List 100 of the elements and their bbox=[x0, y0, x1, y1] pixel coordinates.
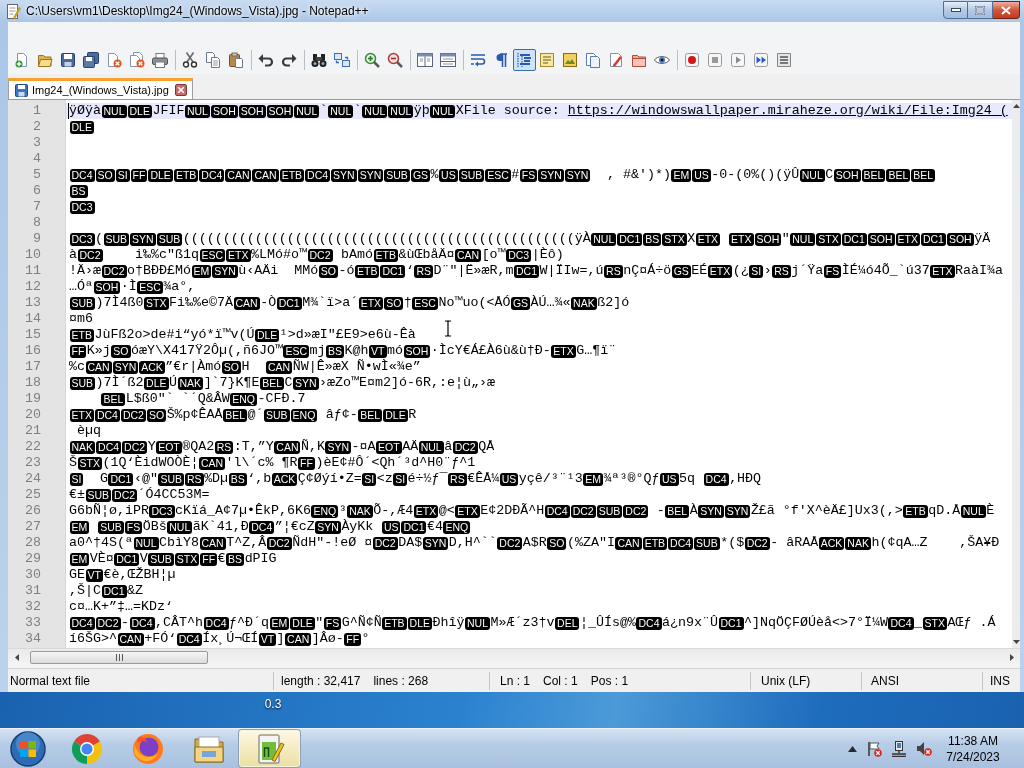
code-text: nÇ¤Á÷ö bbox=[623, 263, 672, 278]
line-number: 27 bbox=[24, 519, 41, 535]
control-character: ETB bbox=[173, 168, 199, 182]
code-text: Fi‰%e©7Ä bbox=[169, 295, 233, 310]
control-character: CAN bbox=[199, 536, 226, 550]
code-text: ›æZo™E¤m2]ó-6R,:e¦ù„›æ bbox=[319, 375, 496, 390]
control-character: ESC bbox=[412, 296, 438, 310]
control-character: BEL bbox=[665, 504, 690, 518]
control-character: ETB bbox=[642, 536, 668, 550]
clock-time[interactable]: 11:38 AM bbox=[948, 732, 998, 749]
control-character: NAK bbox=[571, 296, 597, 310]
control-character: DC4 bbox=[703, 472, 729, 486]
close-icon[interactable] bbox=[174, 84, 187, 96]
scrollbar-thumb[interactable] bbox=[30, 650, 208, 664]
maximize-icon bbox=[975, 5, 985, 15]
control-character: SI bbox=[69, 472, 84, 486]
control-character: SUB bbox=[156, 232, 183, 246]
control-character: NUL bbox=[388, 104, 414, 118]
file-tab[interactable]: Img24_(Windows_Vista).jpg bbox=[8, 78, 193, 99]
code-text: ù‹AÄi MMó bbox=[238, 263, 319, 278]
text-area[interactable] bbox=[66, 100, 1012, 648]
control-character: BS bbox=[226, 552, 245, 566]
control-character: DC2 bbox=[570, 504, 596, 518]
control-character: ETX bbox=[895, 232, 920, 246]
code-text: ÿþ bbox=[413, 103, 430, 118]
control-character: ETB bbox=[903, 504, 928, 518]
control-character: NUL bbox=[101, 104, 127, 118]
code-text: AÄ bbox=[402, 439, 419, 454]
code-text: €4 bbox=[427, 519, 443, 534]
line-number: 2 bbox=[32, 119, 41, 135]
control-character: DLE bbox=[254, 328, 280, 342]
up-arrow-icon[interactable] bbox=[1012, 104, 1020, 108]
up-triangle-icon[interactable] bbox=[848, 745, 857, 752]
control-character: DC2 bbox=[452, 440, 478, 454]
close-file-icon bbox=[106, 52, 122, 68]
control-character: US bbox=[381, 520, 401, 534]
control-character: CAN bbox=[117, 632, 144, 646]
split-panes-icon bbox=[417, 52, 433, 68]
taskbar-button[interactable] bbox=[239, 730, 300, 767]
line-number: 7 bbox=[32, 199, 41, 215]
code-text: )7Ì4ß0 bbox=[95, 295, 144, 310]
control-character: GS bbox=[671, 264, 691, 278]
control-character: SO bbox=[95, 168, 115, 182]
control-character: EM bbox=[583, 472, 603, 486]
code-text: › bbox=[763, 263, 772, 278]
network-icon[interactable] bbox=[891, 740, 907, 757]
code-text: Ðhîÿ bbox=[432, 615, 465, 630]
control-character: NAK bbox=[845, 536, 871, 550]
control-character: ESC bbox=[137, 280, 163, 294]
open-folder-icon bbox=[37, 52, 53, 68]
code-text: Ú bbox=[169, 375, 178, 390]
vertical-scrollbar[interactable] bbox=[1012, 100, 1020, 648]
code-text: ,HÐQ bbox=[729, 471, 762, 486]
close-button[interactable] bbox=[993, 1, 1020, 19]
code-text: ]`7}K¶E bbox=[203, 375, 260, 390]
control-character: SOH bbox=[754, 232, 782, 246]
control-character: DC2 bbox=[497, 536, 523, 550]
control-character: NAK bbox=[177, 376, 204, 390]
control-character: SOH bbox=[238, 104, 266, 118]
control-character: DC1 bbox=[617, 232, 643, 246]
status-text: Normal text file bbox=[10, 673, 91, 688]
minimize-button[interactable] bbox=[943, 1, 968, 19]
code-text: â bbox=[444, 439, 453, 454]
control-character: SYN bbox=[212, 264, 238, 278]
flag-icon[interactable] bbox=[866, 740, 882, 757]
line-number: 15 bbox=[24, 327, 41, 343]
horizontal-scrollbar[interactable] bbox=[8, 648, 1020, 665]
control-character: SOH bbox=[93, 280, 121, 294]
code-text: ` bbox=[353, 103, 362, 118]
zoom-in-icon bbox=[364, 52, 380, 68]
toolbar-button[interactable] bbox=[512, 49, 536, 71]
control-character: SUB bbox=[264, 408, 290, 422]
code-text: JùFß2o>de#i“yó*ï™v(Ú bbox=[94, 327, 255, 342]
speaker-muted-icon[interactable] bbox=[916, 740, 932, 757]
right-arrow-icon[interactable] bbox=[1010, 653, 1014, 661]
down-arrow-icon[interactable] bbox=[1012, 640, 1020, 644]
code-text: X bbox=[687, 231, 696, 246]
maximize-button[interactable] bbox=[968, 1, 993, 19]
control-character: NUL bbox=[799, 168, 825, 182]
folder-icon bbox=[631, 52, 647, 68]
code-text: ÿØÿà bbox=[69, 103, 101, 118]
text-caret bbox=[68, 103, 69, 119]
code-text: %c bbox=[69, 359, 85, 374]
code-text: ( bbox=[95, 231, 103, 246]
code-text: Ñ,K bbox=[301, 439, 325, 454]
code-text: [o™ bbox=[481, 247, 506, 262]
control-character: DLE bbox=[69, 120, 94, 134]
url-link[interactable]: https://windowswallpaper.miraheze.org/wiki/File:Img24_( bbox=[567, 103, 1008, 118]
code-text: (1Q‘ÈidWOÒÈ¦ bbox=[102, 455, 199, 470]
code-text: ´Ó4CC53M= bbox=[137, 487, 210, 502]
clock-date[interactable]: 7/24/2023 bbox=[946, 748, 1000, 765]
code-text: (((((((((((((((((((((((((((((((((((((((((((((((((ÿÀ bbox=[182, 231, 591, 246]
code-text: C bbox=[284, 375, 293, 390]
code-text: K»j bbox=[86, 343, 111, 358]
desktop-icon-label[interactable]: 0.3 bbox=[258, 697, 288, 711]
code-text: È bbox=[986, 503, 995, 518]
left-arrow-icon[interactable] bbox=[15, 653, 19, 661]
control-character: ETX bbox=[930, 264, 955, 278]
scissors-icon bbox=[182, 52, 198, 68]
code-text: Y bbox=[147, 439, 156, 454]
